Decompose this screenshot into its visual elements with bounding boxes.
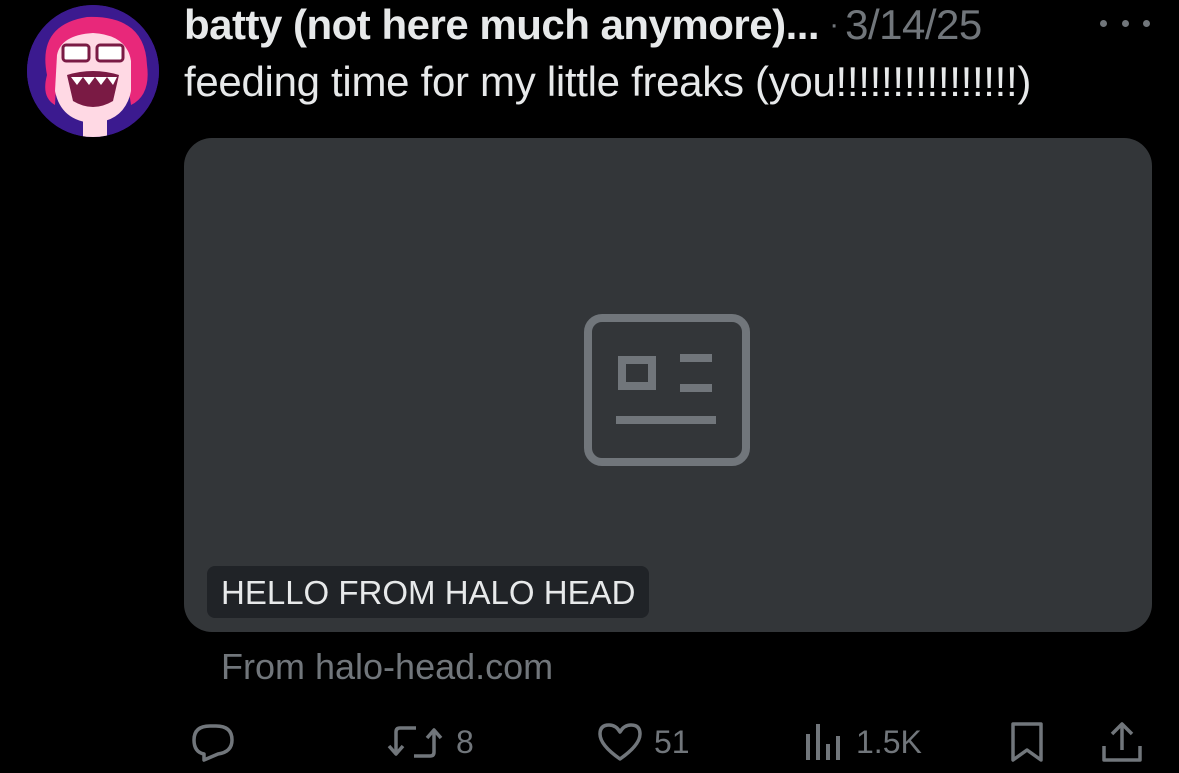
header-separator: · <box>829 8 840 41</box>
link-card[interactable]: HELLO FROM HALO HEAD <box>184 138 1152 632</box>
post-text: feeding time for my little freaks (you!!… <box>184 58 1032 105</box>
more-horizontal-icon-dot <box>1143 19 1150 27</box>
more-options-button[interactable] <box>1100 10 1150 36</box>
share-icon <box>1102 722 1142 762</box>
more-horizontal-icon <box>1100 19 1107 27</box>
share-button[interactable] <box>1100 716 1144 768</box>
post-header: batty (not here much anymore)... · 3/14/… <box>184 0 982 50</box>
card-source[interactable]: From halo-head.com <box>221 646 553 688</box>
card-title: HELLO FROM HALO HEAD <box>207 566 650 618</box>
like-button[interactable]: 51 <box>596 716 690 768</box>
tweet[interactable]: batty (not here much anymore)... · 3/14/… <box>0 0 1179 773</box>
views-button[interactable]: 1.5K <box>802 716 922 768</box>
like-count: 51 <box>654 723 690 760</box>
views-icon <box>806 724 840 760</box>
author-name[interactable]: batty (not here much anymore)... <box>184 1 820 49</box>
bookmark-button[interactable] <box>1008 716 1046 768</box>
avatar[interactable] <box>27 5 159 137</box>
more-horizontal-icon-dot <box>1121 19 1129 27</box>
bookmark-icon <box>1011 722 1043 762</box>
post-date[interactable]: 3/14/25 <box>845 1 982 49</box>
article-placeholder-icon <box>584 314 750 466</box>
heart-icon <box>598 723 642 761</box>
repost-icon <box>387 726 443 758</box>
avatar-illustration <box>27 5 159 137</box>
views-count: 1.5K <box>856 723 922 760</box>
reply-icon <box>192 724 234 762</box>
repost-button[interactable]: 8 <box>386 716 474 768</box>
repost-count: 8 <box>456 723 474 760</box>
reply-button[interactable] <box>190 716 246 768</box>
